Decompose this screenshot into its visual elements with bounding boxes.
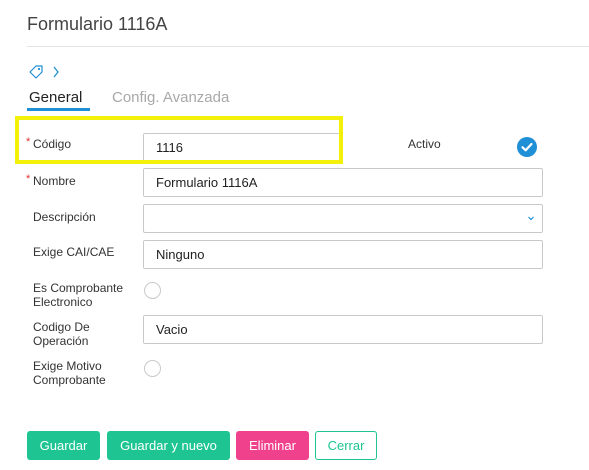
tab-active-indicator	[27, 108, 90, 111]
required-mark: *	[26, 173, 31, 185]
descripcion-select[interactable]	[143, 204, 543, 233]
nombre-value: Formulario 1116A	[156, 175, 258, 190]
check-circle-icon[interactable]	[517, 137, 537, 157]
save-and-new-button[interactable]: Guardar y nuevo	[107, 431, 230, 460]
tag-icon[interactable]	[28, 64, 44, 80]
es-comprobante-label-line1: Es Comprobante	[33, 281, 124, 295]
chevron-right-icon[interactable]	[51, 64, 61, 80]
exige-motivo-radio[interactable]	[144, 360, 161, 377]
tab-config-avanzada[interactable]: Config. Avanzada	[112, 89, 229, 106]
chevron-down-icon[interactable]	[527, 214, 535, 222]
delete-button[interactable]: Eliminar	[236, 431, 309, 460]
nombre-label: Nombre	[33, 174, 76, 188]
codigo-operacion-label-line1: Codigo De	[33, 320, 90, 334]
codigo-operacion-value: Vacio	[156, 322, 188, 337]
descripcion-label: Descripción	[33, 210, 96, 224]
codigo-operacion-label: Codigo De Operación	[33, 320, 90, 348]
exige-cai-input[interactable]: Ninguno	[143, 240, 543, 269]
activo-label: Activo	[408, 137, 441, 151]
tab-general[interactable]: General	[29, 89, 82, 106]
save-button[interactable]: Guardar	[27, 431, 100, 460]
es-comprobante-label-line2: Electronico	[33, 295, 93, 309]
nombre-input[interactable]: Formulario 1116A	[143, 168, 543, 197]
exige-motivo-label-line1: Exige Motivo	[33, 359, 102, 373]
exige-motivo-label: Exige Motivo Comprobante	[33, 359, 106, 387]
exige-cai-label: Exige CAI/CAE	[33, 245, 115, 259]
codigo-operacion-label-line2: Operación	[33, 334, 89, 348]
close-button[interactable]: Cerrar	[315, 431, 377, 460]
highlight-box	[15, 116, 343, 164]
page-title: Formulario 1116A	[27, 14, 168, 34]
header-divider	[27, 46, 589, 47]
exige-cai-value: Ninguno	[156, 247, 205, 262]
es-comprobante-label: Es Comprobante Electronico	[33, 281, 123, 309]
codigo-operacion-input[interactable]: Vacio	[143, 315, 543, 344]
es-comprobante-radio[interactable]	[144, 282, 161, 299]
exige-motivo-label-line2: Comprobante	[33, 373, 106, 387]
